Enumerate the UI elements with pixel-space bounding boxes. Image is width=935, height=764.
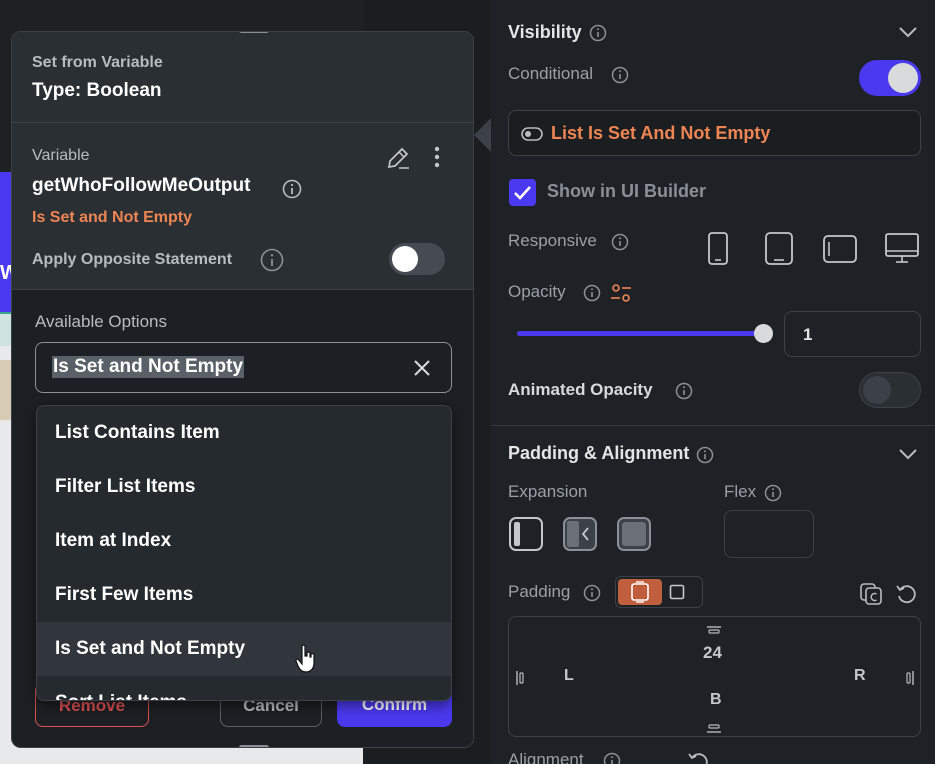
opacity-input[interactable]: 1 <box>784 311 921 357</box>
condition-value: List Is Set And Not Empty <box>551 123 771 143</box>
info-icon[interactable] <box>611 66 629 89</box>
drag-handle-bottom[interactable] <box>239 745 269 747</box>
desktop-icon[interactable] <box>885 232 919 271</box>
dropdown-item-label: Is Set and Not Empty <box>55 638 246 659</box>
opacity-slider-track[interactable] <box>517 331 763 336</box>
padding-uniform-button[interactable] <box>618 579 662 605</box>
padding-editor[interactable]: 24 L R B <box>508 616 921 737</box>
info-icon[interactable] <box>764 484 782 507</box>
animated-opacity-toggle[interactable] <box>859 372 921 408</box>
padding-label: Padding <box>508 582 571 601</box>
padding-top-value[interactable]: 24 <box>703 643 722 663</box>
popup-title: Type: Boolean <box>32 80 162 101</box>
variable-section: Variable getWhoFollowMeOutput Is Set and… <box>12 122 473 289</box>
info-icon[interactable] <box>583 284 601 307</box>
tablet-portrait-icon[interactable] <box>765 232 793 271</box>
padding-right-value[interactable]: R <box>854 667 866 685</box>
chevron-down-icon[interactable] <box>897 446 919 467</box>
info-icon[interactable] <box>611 233 629 256</box>
edit-icon[interactable] <box>385 145 411 176</box>
conditional-toggle[interactable] <box>859 60 921 96</box>
toggle-knob <box>392 246 418 272</box>
dropdown-item[interactable]: Item at Index <box>37 514 451 568</box>
phone-icon[interactable] <box>706 232 730 271</box>
alignment-label: Alignment <box>508 750 584 764</box>
show-in-builder-checkbox[interactable] <box>509 179 536 206</box>
condition-field[interactable]: List Is Set And Not Empty <box>508 110 921 156</box>
variable-name: getWhoFollowMeOutput <box>32 175 251 196</box>
section-divider <box>491 425 935 426</box>
info-icon[interactable] <box>260 248 284 277</box>
padding-individual-button[interactable] <box>669 584 685 605</box>
info-icon[interactable] <box>696 446 714 469</box>
properties-panel: Visibility Conditional List Is Set And N… <box>491 0 935 764</box>
dropdown-item[interactable]: Filter List Items <box>37 460 451 514</box>
info-icon[interactable] <box>589 24 607 47</box>
visibility-title: Visibility <box>508 22 582 42</box>
right-handle-icon <box>905 669 915 692</box>
close-icon[interactable] <box>412 358 432 383</box>
padding-alignment-title: Padding & Alignment <box>508 443 690 463</box>
set-from-variable-popup: Set from Variable Type: Boolean Variable… <box>11 31 474 748</box>
show-in-builder-label: Show in UI Builder <box>547 181 707 201</box>
options-select[interactable]: Is Set and Not Empty <box>35 342 452 393</box>
expansion-default-button[interactable] <box>508 516 544 552</box>
variable-condition: Is Set and Not Empty <box>32 209 193 226</box>
expansion-label: Expansion <box>508 482 588 501</box>
expansion-expand-button[interactable] <box>616 516 652 552</box>
padding-bottom-value[interactable]: B <box>710 691 722 709</box>
apply-opposite-toggle[interactable] <box>389 243 445 275</box>
adjust-icon[interactable] <box>610 282 632 309</box>
selected-option[interactable]: Is Set and Not Empty <box>52 356 245 378</box>
available-options-label: Available Options <box>35 312 167 331</box>
left-handle-icon <box>515 669 525 692</box>
responsive-label: Responsive <box>508 231 597 250</box>
more-vertical-icon[interactable] <box>432 145 442 174</box>
dropdown-item[interactable]: List Contains Item <box>37 406 451 460</box>
info-icon[interactable] <box>583 584 601 607</box>
available-options-section: Available Options Is Set and Not Empty R… <box>12 289 473 747</box>
drag-handle-top[interactable] <box>239 32 269 33</box>
dropdown-item-hovered[interactable]: Is Set and Not Empty <box>37 622 451 676</box>
flex-input[interactable] <box>724 510 814 558</box>
info-icon[interactable] <box>603 752 621 764</box>
popup-subtitle: Set from Variable <box>32 54 163 71</box>
padding-left-value[interactable]: L <box>564 667 574 685</box>
apply-opposite-label: Apply Opposite Statement <box>32 251 233 268</box>
toggle-icon <box>521 127 543 146</box>
opacity-value: 1 <box>803 325 813 344</box>
padding-mode-toggle[interactable] <box>615 576 703 608</box>
flex-label: Flex <box>724 482 757 501</box>
dropdown-item[interactable]: First Few Items <box>37 568 451 622</box>
tablet-landscape-icon[interactable] <box>823 235 857 268</box>
popup-pointer <box>474 118 491 152</box>
animated-opacity-label: Animated Opacity <box>508 380 653 399</box>
expansion-shrink-button[interactable] <box>562 516 598 552</box>
reset-icon[interactable] <box>895 582 917 609</box>
options-dropdown: List Contains Item Filter List Items Ite… <box>36 405 452 701</box>
variable-label: Variable <box>32 147 90 164</box>
reset-icon[interactable] <box>687 750 709 764</box>
opacity-slider-handle[interactable] <box>754 324 773 343</box>
popup-header: Set from Variable Type: Boolean <box>12 32 473 122</box>
opacity-label: Opacity <box>508 282 566 301</box>
toggle-knob <box>863 376 891 404</box>
chevron-down-icon[interactable] <box>897 24 919 45</box>
info-icon[interactable] <box>282 179 302 204</box>
bottom-handle-icon <box>705 721 723 739</box>
copy-icon[interactable] <box>859 582 883 611</box>
top-handle-icon <box>705 622 723 640</box>
toggle-knob <box>888 63 918 93</box>
info-icon[interactable] <box>675 382 693 405</box>
dropdown-item[interactable]: Sort List Items <box>37 676 451 700</box>
conditional-label: Conditional <box>508 64 594 83</box>
